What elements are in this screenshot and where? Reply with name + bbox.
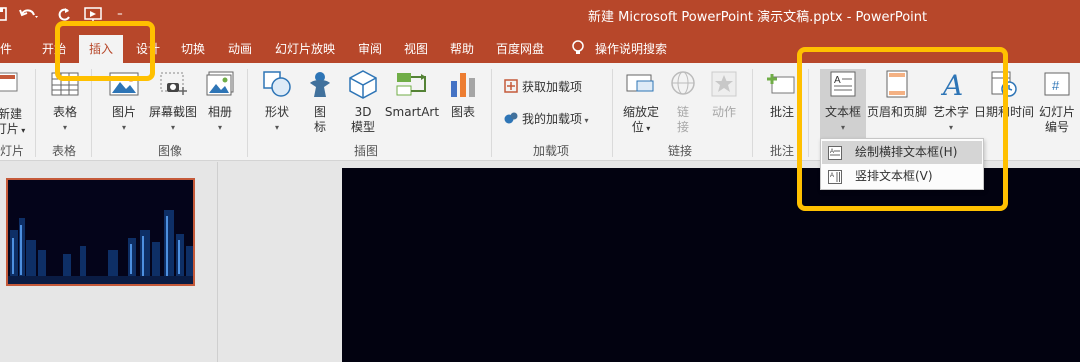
chart-button[interactable]: 图表 [446, 69, 480, 120]
smartart-label: SmartArt [384, 105, 440, 119]
group-label-illustrations: 插图 [354, 144, 379, 158]
action-button[interactable]: 动作 [704, 69, 744, 120]
shapes-label: 形状 [264, 105, 289, 119]
smartart-button[interactable]: SmartArt [384, 69, 440, 120]
group-label-images: 图像 [158, 144, 183, 158]
photo-album-icon [202, 69, 238, 103]
screenshot-label: 屏幕截图 [148, 105, 197, 119]
slide-number-button[interactable]: # 幻灯片 编号 [1034, 69, 1080, 135]
action-label: 动作 [711, 105, 736, 119]
separator [491, 69, 492, 157]
zoom-label-2: 位 [631, 120, 644, 134]
screenshot-button[interactable]: 屏幕截图 ▾ [145, 69, 201, 135]
highlight-textbox-menu [797, 47, 1008, 211]
title-bar: ⁼ 新建 Microsoft PowerPoint 演示文稿.pptx - Po… [0, 0, 1080, 33]
cube-icon [344, 69, 382, 103]
zoom-label-1: 缩放定 [622, 105, 659, 119]
new-slide-button[interactable]: 新建 灯片 ▾ [0, 69, 28, 138]
link-label-1: 链 [676, 105, 689, 119]
new-slide-label-2: 灯片 [0, 122, 19, 136]
3d-models-label-1: 3D [354, 105, 372, 119]
addin-icon [504, 111, 518, 125]
separator [35, 69, 36, 157]
svg-text:#: # [1052, 78, 1060, 93]
new-comment-icon [762, 69, 802, 103]
group-label-links: 链接 [668, 144, 693, 158]
group-label-tables: 表格 [52, 144, 77, 158]
undo-icon[interactable] [18, 6, 40, 29]
chevron-down-icon: ▾ [62, 123, 67, 132]
link-button[interactable]: 链 接 [668, 69, 698, 135]
group-label-slides: 灯片 [0, 144, 25, 158]
separator [91, 69, 92, 157]
zoom-icon [618, 69, 664, 103]
chevron-down-icon: ▾ [121, 123, 126, 132]
chevron-down-icon: ▾ [170, 123, 175, 132]
slide-number-icon: # [1034, 69, 1080, 103]
smartart-icon [384, 69, 440, 103]
my-addins-label: 我的加载项 [522, 112, 583, 126]
highlight-insert-tab [55, 21, 155, 81]
tab-view[interactable]: 视图 [404, 40, 428, 57]
separator [612, 69, 613, 157]
tell-me-search[interactable]: 操作说明搜索 [571, 40, 667, 57]
3d-models-button[interactable]: 3D 模型 [344, 69, 382, 135]
my-addins-button[interactable]: 我的加载项 ▾ [504, 110, 589, 127]
globe-link-icon [668, 69, 698, 103]
tab-file[interactable]: 件 [0, 40, 12, 57]
table-label: 表格 [52, 105, 77, 119]
tell-me-label: 操作说明搜索 [595, 42, 668, 56]
group-label-comments: 批注 [770, 144, 795, 158]
3d-models-label-2: 模型 [350, 120, 375, 134]
separator [752, 69, 753, 157]
get-addins-label: 获取加载项 [522, 80, 583, 94]
photo-album-label: 相册 [207, 105, 232, 119]
separator [247, 69, 248, 157]
comment-label: 批注 [769, 105, 794, 119]
slide-number-label-1: 幻灯片 [1038, 105, 1075, 119]
zoom-button[interactable]: 缩放定 位 ▾ [618, 69, 664, 136]
link-label-2: 接 [676, 120, 689, 134]
icons-button[interactable]: 图 标 [302, 69, 338, 135]
new-slide-label-1: 新建 [0, 107, 22, 121]
tab-review[interactable]: 审阅 [358, 40, 382, 57]
store-icon [504, 79, 518, 93]
chart-label: 图表 [450, 105, 475, 119]
new-slide-icon [0, 69, 28, 105]
tab-animations[interactable]: 动画 [228, 40, 252, 57]
city-night-image [8, 180, 193, 284]
slide-thumbnail-pane [0, 162, 218, 362]
tab-baidu-netdisk[interactable]: 百度网盘 [496, 40, 544, 57]
tab-slideshow[interactable]: 幻灯片放映 [275, 40, 335, 57]
comment-button[interactable]: 批注 [762, 69, 802, 120]
photo-album-button[interactable]: 相册 ▾ [202, 69, 238, 135]
group-label-addins: 加载项 [533, 144, 570, 158]
tab-transitions[interactable]: 切换 [181, 40, 205, 57]
slide-thumbnail-1[interactable] [6, 178, 195, 286]
picture-label: 图片 [111, 105, 136, 119]
window-title: 新建 Microsoft PowerPoint 演示文稿.pptx - Powe… [588, 10, 928, 25]
star-action-icon [704, 69, 744, 103]
shapes-button[interactable]: 形状 ▾ [258, 69, 296, 135]
lightbulb-icon [571, 40, 585, 56]
get-addins-button[interactable]: 获取加载项 [504, 78, 582, 95]
icons-icon [302, 69, 338, 103]
chevron-down-icon: ▾ [274, 123, 279, 132]
tab-help[interactable]: 帮助 [450, 40, 474, 57]
slide-number-label-2: 编号 [1044, 120, 1069, 134]
shapes-icon [258, 69, 296, 103]
chart-icon [446, 69, 480, 103]
chevron-down-icon: ▾ [582, 116, 589, 125]
icons-label-2: 标 [313, 120, 326, 134]
save-icon[interactable] [0, 6, 10, 27]
icons-label-1: 图 [313, 105, 326, 119]
chevron-down-icon: ▾ [217, 123, 222, 132]
